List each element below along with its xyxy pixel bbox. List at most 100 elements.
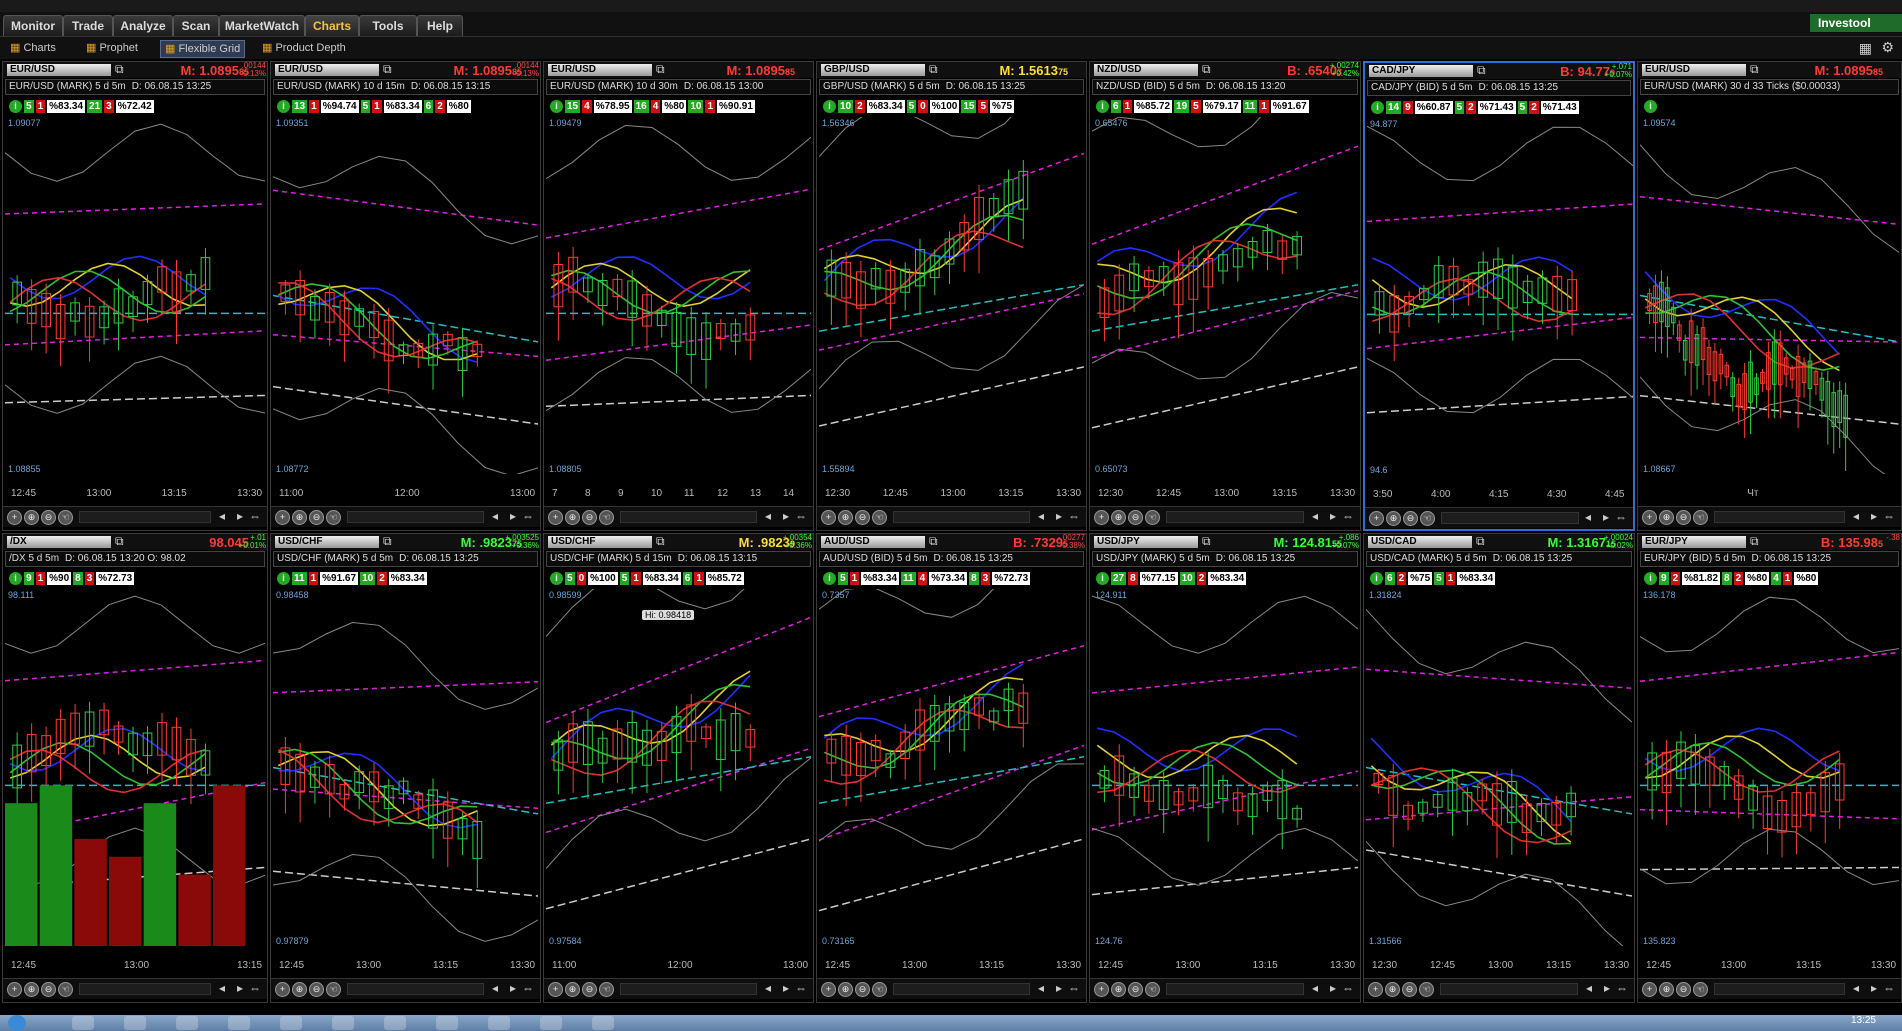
hand-icon[interactable]: ☜ (1420, 511, 1435, 526)
info-icon[interactable]: i (9, 571, 22, 585)
info-icon[interactable]: i (1644, 99, 1657, 113)
scroll-right-icon[interactable]: ▸ (1330, 981, 1336, 995)
mail-icon[interactable] (72, 1016, 94, 1030)
fit-icon[interactable]: ⇔ (1615, 510, 1627, 524)
symbol-selector[interactable]: EUR/USD (7, 64, 111, 76)
hand-icon[interactable]: ☜ (1693, 510, 1708, 525)
time-scrollbar[interactable] (620, 983, 757, 995)
toolbar-prophet[interactable]: ▦ Prophet (86, 40, 138, 56)
symbol-selector[interactable]: USD/JPY (1094, 536, 1198, 548)
zoom-out-icon[interactable]: ⊖ (309, 510, 324, 525)
scroll-right-icon[interactable]: ▸ (510, 509, 516, 523)
zoom-out-icon[interactable]: ⊖ (309, 982, 324, 997)
app-icon[interactable] (176, 1016, 198, 1030)
scroll-right-icon[interactable]: ▸ (1871, 509, 1877, 523)
info-icon[interactable]: i (550, 571, 563, 585)
info-icon[interactable]: i (1370, 571, 1383, 585)
fit-icon[interactable]: ⇔ (1883, 981, 1895, 995)
chart-panel[interactable]: USD/CHF ⧉ M: .982375 +.003525 +0.36% USD/CHF … (270, 533, 541, 1003)
scroll-left-icon[interactable]: ◂ (219, 981, 225, 995)
hand-icon[interactable]: ☜ (1419, 982, 1434, 997)
compare-icon[interactable]: ⧉ (1477, 63, 1486, 78)
opera-icon[interactable] (332, 1016, 354, 1030)
scroll-right-icon[interactable]: ▸ (1056, 981, 1062, 995)
fit-icon[interactable]: ⇔ (795, 981, 807, 995)
menu-tab-analyze[interactable]: Analyze (113, 15, 173, 36)
scroll-icon[interactable]: + (275, 982, 290, 997)
hand-icon[interactable]: ☜ (58, 510, 73, 525)
info-icon[interactable]: i (1096, 571, 1109, 585)
scroll-left-icon[interactable]: ◂ (765, 981, 771, 995)
scroll-left-icon[interactable]: ◂ (219, 509, 225, 523)
scroll-icon[interactable]: + (548, 982, 563, 997)
hand-icon[interactable]: ☜ (1145, 982, 1160, 997)
compare-icon[interactable]: ⧉ (1202, 534, 1211, 549)
scroll-left-icon[interactable]: ◂ (492, 509, 498, 523)
zoom-in-icon[interactable]: ⊕ (24, 982, 39, 997)
zoom-in-icon[interactable]: ⊕ (838, 510, 853, 525)
scroll-right-icon[interactable]: ▸ (510, 981, 516, 995)
hand-icon[interactable]: ☜ (326, 982, 341, 997)
zoom-out-icon[interactable]: ⊖ (41, 510, 56, 525)
zoom-in-icon[interactable]: ⊕ (1659, 982, 1674, 997)
zoom-in-icon[interactable]: ⊕ (1386, 511, 1401, 526)
text-icon[interactable] (488, 1016, 510, 1030)
hand-icon[interactable]: ☜ (326, 510, 341, 525)
scroll-left-icon[interactable]: ◂ (1853, 509, 1859, 523)
compare-icon[interactable]: ⧉ (656, 534, 665, 549)
scroll-icon[interactable]: + (1094, 982, 1109, 997)
symbol-selector[interactable]: AUD/USD (821, 536, 925, 548)
zoom-in-icon[interactable]: ⊕ (565, 510, 580, 525)
chart-panel[interactable]: GBP/USD ⧉ M: 1.561375 GBP/USD (MARK) 5 d 5m… (816, 61, 1087, 531)
chart-panel[interactable]: /DX ⧉ 98.045 +.01 +0.01%/DX 5 d 5m D: 06.08.1… (2, 533, 268, 1003)
scroll-left-icon[interactable]: ◂ (1586, 981, 1592, 995)
toolbar-flexible-grid[interactable]: ▦ Flexible Grid (160, 40, 246, 58)
compare-icon[interactable]: ⧉ (383, 62, 392, 77)
scroll-left-icon[interactable]: ◂ (765, 509, 771, 523)
menu-tab-marketwatch[interactable]: MarketWatch (219, 15, 305, 36)
scroll-left-icon[interactable]: ◂ (1853, 981, 1859, 995)
app2-icon[interactable] (436, 1016, 458, 1030)
zoom-in-icon[interactable]: ⊕ (24, 510, 39, 525)
compare-icon[interactable]: ⧉ (1476, 534, 1485, 549)
chart-panel[interactable]: EUR/USD ⧉ M: 1.089585.00144 -0.13% EUR/USD (… (2, 61, 268, 531)
toolbar-product-depth[interactable]: ▦ Product Depth (262, 40, 346, 56)
trading-icon[interactable] (592, 1016, 614, 1030)
scroll-icon[interactable]: + (1642, 510, 1657, 525)
scroll-icon[interactable]: + (1642, 982, 1657, 997)
symbol-selector[interactable]: USD/CAD (1368, 536, 1472, 548)
menu-tab-help[interactable]: Help (417, 15, 463, 36)
zoom-out-icon[interactable]: ⊖ (582, 982, 597, 997)
skype-icon[interactable] (384, 1016, 406, 1030)
scroll-right-icon[interactable]: ▸ (237, 981, 243, 995)
info-icon[interactable]: i (823, 99, 836, 113)
zoom-in-icon[interactable]: ⊕ (1659, 510, 1674, 525)
hand-icon[interactable]: ☜ (599, 510, 614, 525)
scroll-icon[interactable]: + (1368, 982, 1383, 997)
chart-panel[interactable]: EUR/USD ⧉ M: 1.089585 EUR/USD (MARK) 10 d 3… (543, 61, 814, 531)
scroll-icon[interactable]: + (7, 982, 22, 997)
compare-icon[interactable]: ⧉ (1202, 62, 1211, 77)
fit-icon[interactable]: ⇔ (1616, 981, 1628, 995)
info-icon[interactable]: i (9, 99, 22, 113)
scroll-right-icon[interactable]: ▸ (1604, 981, 1610, 995)
start-button[interactable] (8, 1015, 26, 1031)
time-scrollbar[interactable] (620, 511, 757, 523)
speaker-icon[interactable] (124, 1016, 146, 1030)
chart-panel[interactable]: CAD/JPY ⧉ B: 94.779 +.071 +0.07% CAD/JPY (BID… (1363, 61, 1635, 531)
symbol-selector[interactable]: /DX (7, 536, 111, 548)
time-scrollbar[interactable] (79, 983, 211, 995)
fit-icon[interactable]: ⇔ (1883, 509, 1895, 523)
chart-panel[interactable]: USD/CAD ⧉ M: 1.316715 +.00024 +0.02% USD/CAD … (1363, 533, 1635, 1003)
info-icon[interactable]: i (277, 571, 290, 585)
zoom-in-icon[interactable]: ⊕ (838, 982, 853, 997)
zoom-in-icon[interactable]: ⊕ (1111, 510, 1126, 525)
messenger-icon[interactable] (280, 1016, 302, 1030)
zoom-out-icon[interactable]: ⊖ (1128, 510, 1143, 525)
time-scrollbar[interactable] (1166, 983, 1304, 995)
fit-icon[interactable]: ⇔ (795, 509, 807, 523)
fit-icon[interactable]: ⇔ (1342, 981, 1354, 995)
time-scrollbar[interactable] (347, 983, 484, 995)
symbol-selector[interactable]: USD/CHF (548, 536, 652, 548)
time-scrollbar[interactable] (893, 511, 1030, 523)
